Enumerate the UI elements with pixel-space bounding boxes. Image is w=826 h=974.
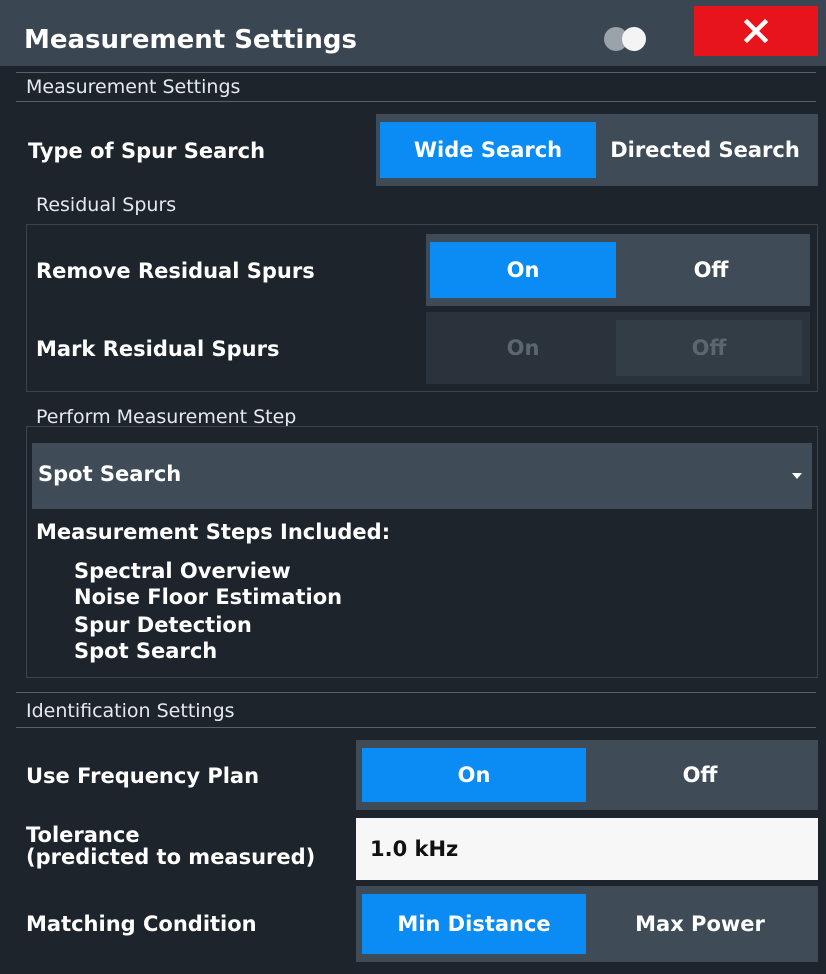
matching-condition-selector[interactable]: Min Distance Max Power [356,886,818,962]
measurement-step-dropdown[interactable]: Spot Search [32,443,812,509]
frequency-plan-on[interactable]: On [362,748,586,802]
spur-search-label: Type of Spur Search [28,139,266,163]
section-header-identification: Identification Settings [26,700,235,722]
section-divider [16,72,816,73]
spur-search-selector[interactable]: Wide Search Directed Search [376,114,818,186]
remove-residual-off[interactable]: Off [616,242,806,298]
frequency-plan-selector[interactable]: On Off [356,740,818,810]
step-item: Spectral Overview [74,559,291,583]
frequency-plan-label: Use Frequency Plan [26,764,260,788]
max-power-option[interactable]: Max Power [586,894,814,954]
mark-residual-label: Mark Residual Spurs [36,337,280,361]
steps-included-title: Measurement Steps Included: [36,520,391,544]
tolerance-label: Tolerance (predicted to measured) [26,823,316,869]
step-item: Spot Search [74,639,218,663]
remove-residual-on[interactable]: On [430,242,616,298]
section-header-measurement: Measurement Settings [26,76,241,98]
close-icon [743,18,769,44]
tolerance-input[interactable] [356,818,818,880]
min-distance-option[interactable]: Min Distance [362,894,586,954]
close-button[interactable] [694,6,818,56]
mark-residual-off: Off [616,320,802,376]
mark-residual-on: On [506,336,540,360]
section-divider [16,692,816,693]
section-divider [16,101,816,102]
section-header-residual: Residual Spurs [36,194,177,216]
frequency-plan-off[interactable]: Off [586,748,814,802]
section-divider [16,727,816,728]
wide-search-option[interactable]: Wide Search [380,122,596,178]
matching-condition-label: Matching Condition [26,912,257,936]
chevron-down-icon [792,473,802,479]
mark-residual-selector: On Off [426,312,810,384]
remove-residual-selector[interactable]: On Off [426,234,810,306]
step-item: Noise Floor Estimation [74,585,343,609]
step-item: Spur Detection [74,613,252,637]
remove-residual-label: Remove Residual Spurs [36,259,315,283]
window-title: Measurement Settings [24,25,357,55]
measurement-step-value: Spot Search [38,462,182,486]
display-toggle-icon[interactable] [598,24,656,54]
directed-search-option[interactable]: Directed Search [596,122,814,178]
